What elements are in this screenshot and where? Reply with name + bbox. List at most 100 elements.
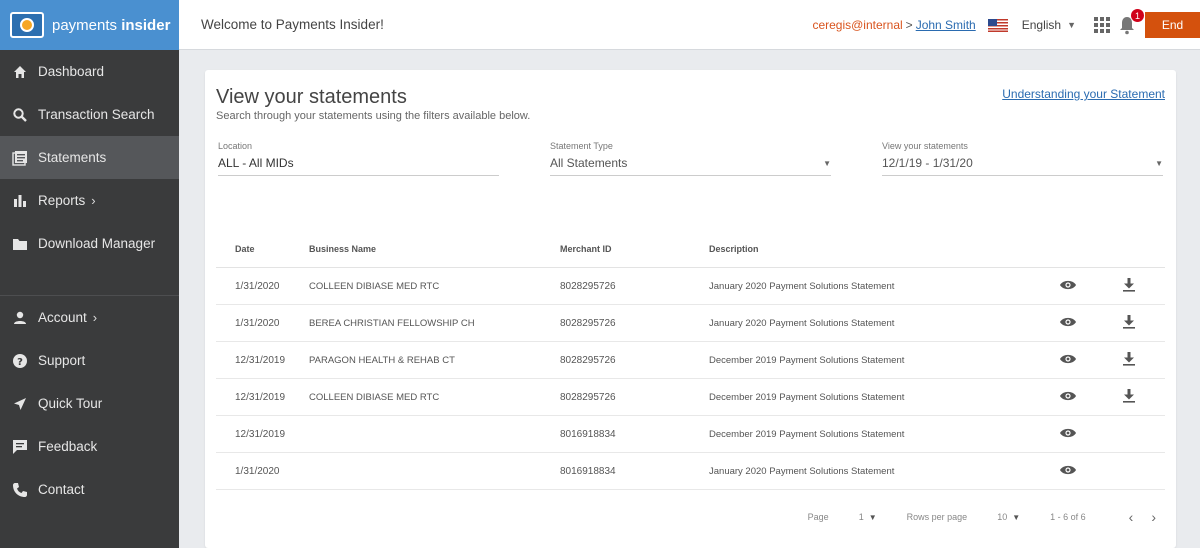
date-range-filter[interactable]: View your statements 12/1/19 - 1/31/20 ▼ — [882, 141, 1163, 176]
cell-description: December 2019 Payment Solutions Statemen… — [709, 354, 905, 366]
top-bar-right: ceregis@internal > John Smith English ▼ … — [812, 0, 1200, 50]
download-statement-button[interactable] — [1099, 277, 1159, 295]
download-statement-button[interactable] — [1099, 314, 1159, 332]
filter-label: Location — [218, 141, 253, 151]
sidebar-item-reports[interactable]: Reports › — [0, 179, 179, 222]
sidebar-item-label: Dashboard — [38, 64, 105, 79]
column-header-merchant-id[interactable]: Merchant ID — [560, 244, 709, 254]
sidebar-item-label: Reports — [38, 193, 86, 208]
eye-icon — [1059, 390, 1077, 405]
download-icon — [1123, 314, 1135, 332]
sidebar-item-statements[interactable]: Statements — [0, 136, 179, 179]
user-separator: > — [905, 18, 913, 32]
view-statement-button[interactable] — [1036, 279, 1099, 294]
location-value: ALL - All MIDs — [218, 156, 294, 170]
cell-merchant-id: 8028295726 — [560, 280, 616, 292]
page-title: View your statements — [216, 86, 407, 108]
sidebar-item-download-manager[interactable]: Download Manager — [0, 222, 179, 265]
sidebar-item-label: Quick Tour — [38, 396, 103, 411]
chevron-down-icon[interactable]: ▼ — [1067, 20, 1076, 30]
bar-chart-icon — [11, 192, 29, 210]
understanding-statement-link[interactable]: Understanding your Statement — [1002, 87, 1165, 101]
download-statement-button[interactable] — [1099, 351, 1159, 369]
end-session-button[interactable]: End — [1145, 12, 1200, 38]
chevron-down-icon[interactable]: ▼ — [1012, 513, 1020, 522]
download-icon — [1123, 388, 1135, 406]
column-header-description[interactable]: Description — [709, 244, 1036, 254]
column-header-date[interactable]: Date — [216, 244, 309, 254]
sidebar-item-support[interactable]: ? Support — [0, 339, 179, 382]
cell-date: 12/31/2019 — [235, 391, 286, 403]
dropdown-arrow-icon: ▼ — [823, 158, 831, 168]
view-statement-button[interactable] — [1036, 427, 1099, 442]
sidebar-item-account[interactable]: Account › — [0, 296, 179, 339]
help-icon: ? — [11, 352, 29, 370]
rows-per-page-label: Rows per page — [906, 512, 968, 522]
view-statement-button[interactable] — [1036, 316, 1099, 331]
feedback-icon — [11, 438, 29, 456]
page-selector[interactable]: 1 — [859, 512, 864, 522]
view-statement-button[interactable] — [1036, 464, 1099, 479]
table-row: 12/31/2019 8016918834 December 2019 Paymen… — [216, 416, 1165, 453]
sidebar-item-label: Account — [38, 310, 87, 325]
view-statement-button[interactable] — [1036, 353, 1099, 368]
payments-insider-logo-icon — [10, 12, 44, 38]
table-header: Date Business Name Merchant ID Descripti… — [216, 230, 1165, 268]
sidebar-item-quick-tour[interactable]: Quick Tour — [0, 382, 179, 425]
table-body: 1/31/2020 COLLEEN DIBIASE MED RTC 80282957… — [216, 268, 1165, 490]
cell-description: January 2020 Payment Solutions Statement — [709, 465, 895, 477]
statements-table: Date Business Name Merchant ID Descripti… — [216, 230, 1165, 490]
cell-date: 1/31/2020 — [235, 280, 280, 292]
logo-text-regular: payments — [52, 16, 118, 34]
cell-business-name: COLLEEN DIBIASE MED RTC — [309, 391, 440, 403]
sidebar-item-transaction-search[interactable]: Transaction Search — [0, 93, 179, 136]
previous-page-button[interactable]: ‹ — [1129, 509, 1134, 525]
chevron-down-icon[interactable]: ▼ — [869, 513, 877, 522]
chevron-right-icon: › — [92, 310, 98, 325]
eye-icon — [1059, 279, 1077, 294]
table-row: 12/31/2019 PARAGON HEALTH & REHAB CT 80282… — [216, 342, 1165, 379]
download-statement-button[interactable] — [1099, 388, 1159, 406]
view-statement-button[interactable] — [1036, 390, 1099, 405]
notification-badge: 1 — [1131, 9, 1144, 22]
cell-business-name: COLLEEN DIBIASE MED RTC — [309, 280, 440, 292]
sidebar-item-dashboard[interactable]: Dashboard — [0, 50, 179, 93]
cell-date: 1/31/2020 — [235, 317, 280, 329]
rows-per-page-selector[interactable]: 10 — [997, 512, 1007, 522]
sidebar-item-label: Contact — [38, 482, 85, 497]
logo-text-bold: insider — [121, 16, 171, 34]
folder-icon — [11, 235, 29, 253]
notification-button[interactable]: 1 — [1118, 9, 1144, 35]
cell-business-name: BEREA CHRISTIAN FELLOWSHIP CH — [309, 317, 475, 329]
location-filter[interactable]: Location ALL - All MIDs — [218, 141, 499, 176]
table-row: 12/31/2019 COLLEEN DIBIASE MED RTC 8028295… — [216, 379, 1165, 416]
sidebar: payments insider Dashboard Transaction S… — [0, 0, 179, 548]
cell-merchant-id: 8016918834 — [560, 465, 616, 477]
language-selector[interactable]: English — [1022, 18, 1061, 32]
app-grid-icon[interactable] — [1094, 17, 1110, 33]
top-bar: Welcome to Payments Insider! ceregis@int… — [179, 0, 1200, 50]
eye-icon — [1059, 427, 1077, 442]
statement-type-filter[interactable]: Statement Type All Statements ▼ — [550, 141, 831, 176]
column-header-business[interactable]: Business Name — [309, 244, 560, 254]
sidebar-item-label: Statements — [38, 150, 107, 165]
impersonated-user-link[interactable]: John Smith — [916, 18, 976, 32]
sidebar-item-label: Transaction Search — [38, 107, 155, 122]
svg-text:?: ? — [17, 357, 23, 368]
pagination: Page 1 ▼ Rows per page 10 ▼ 1 - 6 of 6 ‹… — [205, 509, 1176, 525]
download-icon — [1123, 351, 1135, 369]
person-icon — [11, 309, 29, 327]
dropdown-arrow-icon: ▼ — [1155, 158, 1163, 168]
sidebar-item-feedback[interactable]: Feedback — [0, 425, 179, 468]
sidebar-item-label: Download Manager — [38, 236, 156, 251]
internal-user-link[interactable]: ceregis@internal — [812, 18, 902, 32]
sidebar-item-contact[interactable]: Contact — [0, 468, 179, 511]
next-page-button[interactable]: › — [1151, 509, 1156, 525]
logo[interactable]: payments insider — [0, 0, 179, 50]
eye-icon — [1059, 316, 1077, 331]
cell-business-name: PARAGON HEALTH & REHAB CT — [309, 354, 455, 366]
sidebar-item-label: Feedback — [38, 439, 98, 454]
cell-merchant-id: 8016918834 — [560, 428, 616, 440]
cell-description: December 2019 Payment Solutions Statemen… — [709, 428, 905, 440]
cell-date: 1/31/2020 — [235, 465, 280, 477]
